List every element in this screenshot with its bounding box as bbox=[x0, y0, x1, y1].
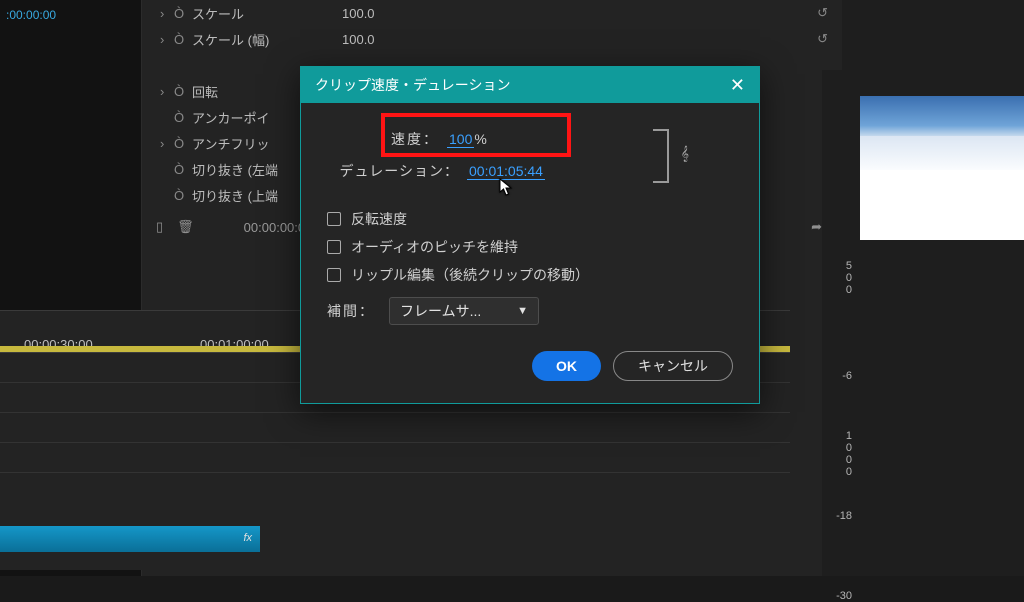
fx-badge: fx bbox=[235, 526, 260, 550]
speed-unit: % bbox=[474, 131, 486, 147]
prop-label: スケール bbox=[192, 4, 342, 23]
reset-icon[interactable]: ↺ bbox=[817, 31, 828, 47]
monitor-thumbnail bbox=[860, 96, 1024, 170]
ripple-edit-checkbox[interactable]: リップル編集（後続クリップの移動） bbox=[327, 261, 733, 289]
checkbox-icon[interactable] bbox=[327, 212, 341, 226]
export-icon[interactable]: ➦ bbox=[811, 219, 822, 235]
reverse-speed-checkbox[interactable]: 反転速度 bbox=[327, 205, 733, 233]
reset-icon[interactable]: ↺ bbox=[817, 5, 828, 21]
link-icon[interactable]: 𝄞 bbox=[681, 145, 689, 162]
source-timecode: :00:00:00 bbox=[0, 0, 141, 30]
stopwatch-icon[interactable]: Ò bbox=[174, 6, 192, 21]
dialog-title: クリップ速度・デュレーション bbox=[315, 75, 510, 95]
duration-row: デュレーション： 00:01:05:44 bbox=[327, 155, 733, 187]
link-bracket-icon bbox=[653, 129, 669, 183]
close-icon[interactable]: ✕ bbox=[730, 75, 745, 96]
checkbox-icon[interactable] bbox=[327, 268, 341, 282]
prop-scale-width[interactable]: › Ò スケール (幅) 100.0 ↺ bbox=[142, 26, 842, 52]
prop-value[interactable]: 100.0 bbox=[342, 6, 412, 21]
stopwatch-icon[interactable]: Ò bbox=[174, 188, 192, 203]
prop-scale[interactable]: › Ò スケール 100.0 ↺ bbox=[142, 0, 842, 26]
folder-icon[interactable]: ▯ bbox=[156, 219, 163, 235]
audio-meter: 5 0 0 -6 1 0 0 0 -18 -30 bbox=[822, 70, 856, 576]
maintain-pitch-checkbox[interactable]: オーディオのピッチを維持 bbox=[327, 233, 733, 261]
stopwatch-icon[interactable]: Ò bbox=[174, 136, 192, 151]
duration-value[interactable]: 00:01:05:44 bbox=[467, 163, 545, 180]
dialog-titlebar[interactable]: クリップ速度・デュレーション ✕ bbox=[301, 67, 759, 103]
interpolation-select[interactable]: フレームサ... ▼ bbox=[389, 297, 539, 325]
caret-icon: › bbox=[160, 6, 174, 21]
checkbox-label: リップル編集（後続クリップの移動） bbox=[351, 265, 589, 285]
speed-duration-dialog: クリップ速度・デュレーション ✕ 𝄞 速度： 100 % デュレーション： 00… bbox=[300, 66, 760, 404]
select-value: フレームサ... bbox=[400, 301, 481, 321]
cancel-button[interactable]: キャンセル bbox=[613, 351, 733, 381]
interpolation-label: 補間： bbox=[327, 301, 375, 321]
speed-row: 速度： 100 % bbox=[327, 123, 733, 155]
speed-label: 速度： bbox=[327, 129, 447, 149]
stopwatch-icon[interactable]: Ò bbox=[174, 162, 192, 177]
caret-icon: › bbox=[160, 84, 174, 99]
prop-label: スケール (幅) bbox=[192, 30, 342, 49]
prop-value[interactable]: 100.0 bbox=[342, 32, 412, 47]
speed-value[interactable]: 100 bbox=[447, 131, 474, 148]
caret-icon: › bbox=[160, 32, 174, 47]
program-monitor bbox=[860, 96, 1024, 240]
timeline-clip[interactable]: fx bbox=[0, 526, 260, 552]
checkbox-label: オーディオのピッチを維持 bbox=[351, 237, 518, 257]
ok-button[interactable]: OK bbox=[532, 351, 601, 381]
stopwatch-icon[interactable]: Ò bbox=[174, 84, 192, 99]
chevron-down-icon: ▼ bbox=[517, 305, 528, 317]
stopwatch-icon[interactable]: Ò bbox=[174, 32, 192, 47]
duration-label: デュレーション： bbox=[327, 161, 467, 181]
checkbox-label: 反転速度 bbox=[351, 209, 407, 229]
stopwatch-icon[interactable]: Ò bbox=[174, 110, 192, 125]
checkbox-icon[interactable] bbox=[327, 240, 341, 254]
caret-icon: › bbox=[160, 136, 174, 151]
trash-icon[interactable]: 🗑 bbox=[177, 219, 194, 235]
